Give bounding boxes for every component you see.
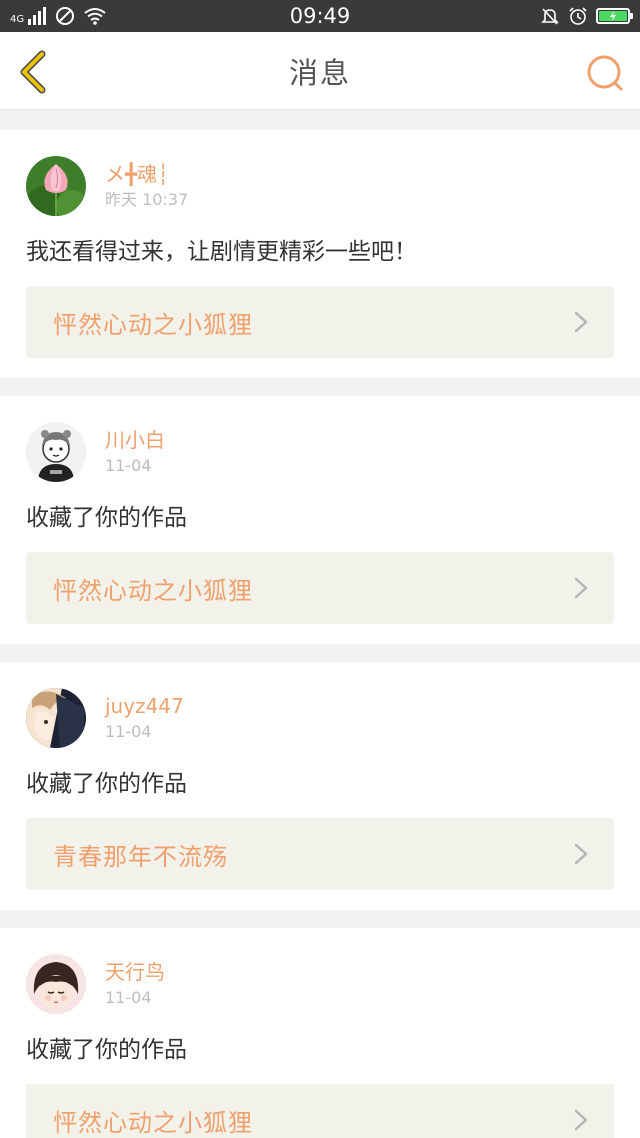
message-header: juyz447 11-04	[26, 688, 614, 748]
work-link[interactable]: 青春那年不流殇	[26, 818, 614, 890]
chevron-left-icon	[20, 50, 46, 94]
work-title: 青春那年不流殇	[53, 842, 228, 871]
user-meta: juyz447 11-04	[105, 692, 184, 744]
message-time: 昨天 10:37	[105, 190, 189, 209]
chevron-right-icon	[574, 1109, 588, 1131]
message-text: 收藏了你的作品	[26, 505, 187, 531]
message-header: 川小白 11-04	[26, 422, 614, 482]
message-text: 收藏了你的作品	[26, 1037, 187, 1063]
message-card: juyz447 11-04 收藏了你的作品 青春那年不流殇	[0, 662, 640, 910]
work-title: 怦然心动之小狐狸	[53, 310, 253, 339]
lotus-avatar-icon[interactable]	[26, 156, 86, 216]
message-time: 11-04	[105, 456, 152, 475]
username[interactable]: juyz447	[105, 692, 184, 720]
work-title: 怦然心动之小狐狸	[53, 576, 253, 605]
status-bar: 4G 09:49	[0, 0, 640, 32]
back-button[interactable]	[16, 50, 52, 94]
message-time: 11-04	[105, 988, 152, 1007]
work-title: 怦然心动之小狐狸	[53, 1108, 253, 1137]
page-title: 消息	[288, 55, 351, 90]
battery-icon	[596, 8, 633, 24]
battery-charging-icon	[599, 11, 627, 21]
work-link[interactable]: 怦然心动之小狐狸	[26, 552, 614, 624]
message-feed[interactable]: メ╋魂┆ 昨天 10:37 我还看得过来，让剧情更精彩一些吧！ 怦然心动之小狐狸	[0, 110, 640, 1138]
message-header: 天行鸟 11-04	[26, 954, 614, 1014]
message-card: 川小白 11-04 收藏了你的作品 怦然心动之小狐狸	[0, 396, 640, 644]
message-card: メ╋魂┆ 昨天 10:37 我还看得过来，让剧情更精彩一些吧！ 怦然心动之小狐狸	[0, 130, 640, 378]
chevron-right-icon	[574, 577, 588, 599]
user-meta: 川小白 11-04	[105, 426, 165, 478]
nav-bar: 消息	[0, 32, 640, 110]
chevron-right-icon	[574, 843, 588, 865]
bell-muted-icon	[541, 8, 559, 25]
wifi-icon	[84, 8, 106, 25]
chevron-right-icon	[574, 311, 588, 333]
status-right	[540, 6, 633, 26]
do-not-disturb-icon	[56, 7, 75, 25]
anime-boy-avatar-icon[interactable]	[26, 688, 86, 748]
status-left: 4G	[10, 6, 107, 26]
username[interactable]: メ╋魂┆	[105, 160, 188, 188]
work-link[interactable]: 怦然心动之小狐狸	[26, 1084, 614, 1138]
message-text: 收藏了你的作品	[26, 771, 187, 797]
user-meta: メ╋魂┆ 昨天 10:37	[105, 160, 188, 212]
anime-girl-avatar-icon[interactable]	[26, 954, 86, 1014]
username[interactable]: 川小白	[105, 426, 165, 454]
message-time: 11-04	[105, 722, 152, 741]
search-icon	[587, 55, 623, 91]
cartoon-boy-avatar-icon[interactable]	[26, 422, 86, 482]
message-header: メ╋魂┆ 昨天 10:37	[26, 156, 614, 216]
signal-icon: 4G	[10, 7, 47, 25]
alarm-clock-icon	[569, 7, 587, 25]
message-card: 天行鸟 11-04 收藏了你的作品 怦然心动之小狐狸	[0, 928, 640, 1138]
search-button[interactable]	[586, 54, 624, 92]
network-type-label: 4G	[10, 14, 25, 25]
username[interactable]: 天行鸟	[105, 958, 165, 986]
message-text: 我还看得过来，让剧情更精彩一些吧！	[26, 239, 417, 265]
user-meta: 天行鸟 11-04	[105, 958, 165, 1010]
work-link[interactable]: 怦然心动之小狐狸	[26, 286, 614, 358]
signal-bars-icon	[28, 7, 47, 25]
